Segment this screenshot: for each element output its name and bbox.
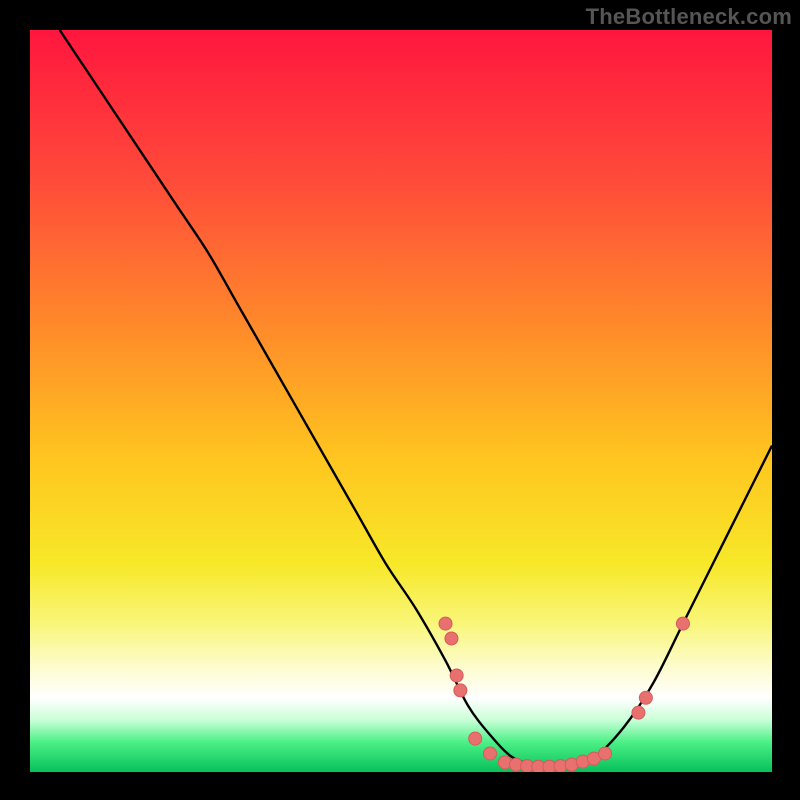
chart-svg	[30, 30, 772, 772]
scatter-point	[632, 706, 645, 719]
watermark-label: TheBottleneck.com	[586, 4, 792, 30]
plot-area	[30, 30, 772, 772]
scatter-point	[450, 669, 463, 682]
scatter-point	[599, 747, 612, 760]
gradient-background	[30, 30, 772, 772]
chart-frame: TheBottleneck.com	[0, 0, 800, 800]
scatter-point	[639, 691, 652, 704]
scatter-point	[469, 732, 482, 745]
scatter-point	[676, 617, 689, 630]
scatter-point	[445, 632, 458, 645]
scatter-point	[439, 617, 452, 630]
scatter-point	[484, 747, 497, 760]
scatter-point	[454, 684, 467, 697]
